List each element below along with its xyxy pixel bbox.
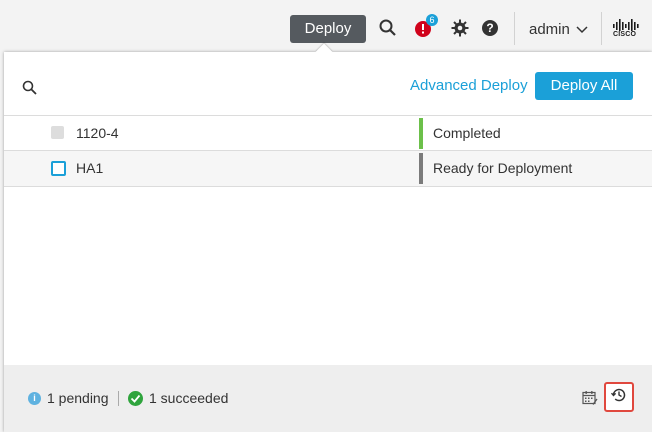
user-menu[interactable]: admin bbox=[529, 18, 588, 40]
schedule-calendar-icon[interactable] bbox=[582, 390, 598, 406]
notification-count-badge: 6 bbox=[426, 14, 438, 26]
gear-icon[interactable] bbox=[449, 17, 471, 39]
panel-search-icon[interactable] bbox=[22, 80, 38, 96]
deploy-all-button[interactable]: Deploy All bbox=[535, 72, 633, 100]
device-name: HA1 bbox=[76, 160, 104, 176]
user-name: admin bbox=[529, 20, 570, 38]
info-icon: i bbox=[28, 392, 41, 405]
device-status: Completed bbox=[433, 125, 501, 141]
top-header: Deploy 6 ? admin CISCO bbox=[0, 0, 652, 52]
history-icon bbox=[610, 386, 628, 409]
deployment-history-button[interactable] bbox=[604, 382, 634, 412]
success-check-icon bbox=[128, 391, 143, 406]
deploy-button[interactable]: Deploy bbox=[290, 15, 366, 43]
advanced-deploy-link[interactable]: Advanced Deploy bbox=[410, 77, 528, 94]
device-name: 1120-4 bbox=[76, 125, 119, 141]
svg-text:?: ? bbox=[486, 21, 493, 35]
header-divider bbox=[601, 12, 602, 45]
search-icon[interactable] bbox=[377, 17, 399, 39]
status-indicator-bar bbox=[419, 118, 423, 149]
device-status: Ready for Deployment bbox=[433, 160, 573, 176]
status-indicator-bar bbox=[419, 153, 423, 184]
logo-text: CISCO bbox=[613, 31, 637, 38]
footer-divider bbox=[118, 391, 119, 406]
chevron-down-icon bbox=[576, 21, 588, 38]
device-row: HA1 Ready for Deployment bbox=[4, 150, 652, 187]
row-checkbox bbox=[51, 126, 64, 139]
help-icon[interactable]: ? bbox=[479, 17, 501, 39]
device-row: 1120-4 Completed bbox=[4, 115, 652, 151]
pending-count: 1 pending bbox=[47, 390, 109, 406]
succeeded-count: 1 succeeded bbox=[149, 390, 229, 406]
header-divider bbox=[514, 12, 515, 45]
row-checkbox[interactable] bbox=[51, 161, 66, 176]
